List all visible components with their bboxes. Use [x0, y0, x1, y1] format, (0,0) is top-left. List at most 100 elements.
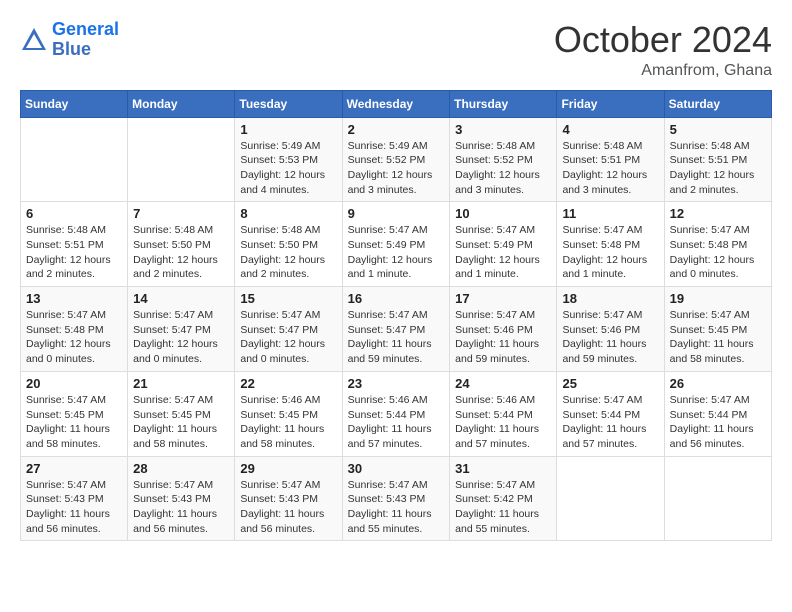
day-number: 9	[348, 206, 445, 221]
calendar-cell: 8 Sunrise: 5:48 AM Sunset: 5:50 PM Daylig…	[235, 202, 342, 287]
col-wednesday: Wednesday	[342, 90, 450, 117]
calendar-cell: 19 Sunrise: 5:47 AM Sunset: 5:45 PM Dayli…	[664, 287, 771, 372]
day-number: 27	[26, 461, 122, 476]
calendar-cell: 16Sunrise: 5:47 AM Sunset: 5:47 PM Dayli…	[342, 287, 450, 372]
day-info: Sunrise: 5:49 AM Sunset: 5:52 PM Dayligh…	[348, 139, 445, 198]
calendar-week-3: 13 Sunrise: 5:47 AM Sunset: 5:48 PM Dayli…	[21, 287, 772, 372]
col-friday: Friday	[557, 90, 664, 117]
calendar-cell: 17 Sunrise: 5:47 AM Sunset: 5:46 PM Dayli…	[450, 287, 557, 372]
calendar-cell: 1Sunrise: 5:49 AM Sunset: 5:53 PM Daylig…	[235, 117, 342, 202]
day-number: 20	[26, 376, 122, 391]
day-info: Sunrise: 5:47 AM Sunset: 5:45 PM Dayligh…	[133, 393, 229, 452]
day-number: 22	[240, 376, 336, 391]
day-number: 30	[348, 461, 445, 476]
calendar-cell: 12 Sunrise: 5:47 AM Sunset: 5:48 PM Dayli…	[664, 202, 771, 287]
day-info: Sunrise: 5:48 AM Sunset: 5:52 PM Dayligh…	[455, 139, 551, 198]
calendar-cell: 20 Sunrise: 5:47 AM Sunset: 5:45 PM Dayli…	[21, 371, 128, 456]
calendar-cell: 4 Sunrise: 5:48 AM Sunset: 5:51 PM Daylig…	[557, 117, 664, 202]
day-info: Sunrise: 5:47 AM Sunset: 5:47 PM Dayligh…	[133, 308, 229, 367]
day-number: 28	[133, 461, 229, 476]
calendar-cell: 25 Sunrise: 5:47 AM Sunset: 5:44 PM Dayli…	[557, 371, 664, 456]
day-number: 10	[455, 206, 551, 221]
calendar-cell: 29 Sunrise: 5:47 AM Sunset: 5:43 PM Dayli…	[235, 456, 342, 541]
day-info: Sunrise: 5:47 AM Sunset: 5:42 PM Dayligh…	[455, 478, 551, 537]
day-info: Sunrise: 5:47 AM Sunset: 5:49 PM Dayligh…	[348, 223, 445, 282]
day-info: Sunrise: 5:47 AM Sunset: 5:46 PM Dayligh…	[562, 308, 658, 367]
calendar-cell: 26 Sunrise: 5:47 AM Sunset: 5:44 PM Dayli…	[664, 371, 771, 456]
calendar-cell: 5 Sunrise: 5:48 AM Sunset: 5:51 PM Daylig…	[664, 117, 771, 202]
calendar-cell: 14 Sunrise: 5:47 AM Sunset: 5:47 PM Dayli…	[128, 287, 235, 372]
day-number: 12	[670, 206, 766, 221]
day-number: 21	[133, 376, 229, 391]
calendar-cell: 21 Sunrise: 5:47 AM Sunset: 5:45 PM Dayli…	[128, 371, 235, 456]
day-info: Sunrise: 5:47 AM Sunset: 5:48 PM Dayligh…	[26, 308, 122, 367]
day-info: Sunrise: 5:48 AM Sunset: 5:51 PM Dayligh…	[670, 139, 766, 198]
day-number: 15	[240, 291, 336, 306]
day-number: 18	[562, 291, 658, 306]
day-info: Sunrise: 5:47 AM Sunset: 5:45 PM Dayligh…	[26, 393, 122, 452]
calendar-week-5: 27 Sunrise: 5:47 AM Sunset: 5:43 PM Dayli…	[21, 456, 772, 541]
day-number: 4	[562, 122, 658, 137]
calendar-cell: 10 Sunrise: 5:47 AM Sunset: 5:49 PM Dayli…	[450, 202, 557, 287]
day-info: Sunrise: 5:47 AM Sunset: 5:48 PM Dayligh…	[670, 223, 766, 282]
calendar-cell	[664, 456, 771, 541]
col-monday: Monday	[128, 90, 235, 117]
calendar-cell: 24Sunrise: 5:46 AM Sunset: 5:44 PM Dayli…	[450, 371, 557, 456]
calendar-cell	[21, 117, 128, 202]
day-info: Sunrise: 5:47 AM Sunset: 5:49 PM Dayligh…	[455, 223, 551, 282]
day-number: 19	[670, 291, 766, 306]
calendar-cell: 18 Sunrise: 5:47 AM Sunset: 5:46 PM Dayli…	[557, 287, 664, 372]
calendar-cell: 27Sunrise: 5:47 AM Sunset: 5:43 PM Dayli…	[21, 456, 128, 541]
calendar-cell	[128, 117, 235, 202]
calendar-week-1: 1Sunrise: 5:49 AM Sunset: 5:53 PM Daylig…	[21, 117, 772, 202]
day-info: Sunrise: 5:47 AM Sunset: 5:46 PM Dayligh…	[455, 308, 551, 367]
day-number: 16	[348, 291, 445, 306]
day-info: Sunrise: 5:47 AM Sunset: 5:43 PM Dayligh…	[133, 478, 229, 537]
calendar-week-4: 20 Sunrise: 5:47 AM Sunset: 5:45 PM Dayli…	[21, 371, 772, 456]
day-number: 14	[133, 291, 229, 306]
location: Amanfrom, Ghana	[554, 62, 772, 80]
logo-text: General Blue	[52, 20, 119, 60]
day-info: Sunrise: 5:48 AM Sunset: 5:50 PM Dayligh…	[240, 223, 336, 282]
day-number: 13	[26, 291, 122, 306]
day-info: Sunrise: 5:47 AM Sunset: 5:44 PM Dayligh…	[670, 393, 766, 452]
calendar-cell: 28 Sunrise: 5:47 AM Sunset: 5:43 PM Dayli…	[128, 456, 235, 541]
day-number: 11	[562, 206, 658, 221]
day-info: Sunrise: 5:47 AM Sunset: 5:45 PM Dayligh…	[670, 308, 766, 367]
day-info: Sunrise: 5:48 AM Sunset: 5:51 PM Dayligh…	[562, 139, 658, 198]
col-thursday: Thursday	[450, 90, 557, 117]
calendar-cell	[557, 456, 664, 541]
day-info: Sunrise: 5:46 AM Sunset: 5:45 PM Dayligh…	[240, 393, 336, 452]
calendar-cell: 23Sunrise: 5:46 AM Sunset: 5:44 PM Dayli…	[342, 371, 450, 456]
day-number: 25	[562, 376, 658, 391]
day-info: Sunrise: 5:46 AM Sunset: 5:44 PM Dayligh…	[348, 393, 445, 452]
day-number: 5	[670, 122, 766, 137]
calendar-cell: 2 Sunrise: 5:49 AM Sunset: 5:52 PM Daylig…	[342, 117, 450, 202]
calendar-cell: 9 Sunrise: 5:47 AM Sunset: 5:49 PM Daylig…	[342, 202, 450, 287]
day-number: 17	[455, 291, 551, 306]
day-number: 3	[455, 122, 551, 137]
day-info: Sunrise: 5:47 AM Sunset: 5:44 PM Dayligh…	[562, 393, 658, 452]
day-info: Sunrise: 5:48 AM Sunset: 5:51 PM Dayligh…	[26, 223, 122, 282]
logo-icon	[20, 26, 48, 54]
calendar-week-2: 6Sunrise: 5:48 AM Sunset: 5:51 PM Daylig…	[21, 202, 772, 287]
title-block: October 2024 Amanfrom, Ghana	[554, 20, 772, 80]
col-tuesday: Tuesday	[235, 90, 342, 117]
col-sunday: Sunday	[21, 90, 128, 117]
day-info: Sunrise: 5:47 AM Sunset: 5:43 PM Dayligh…	[240, 478, 336, 537]
calendar-cell: 7Sunrise: 5:48 AM Sunset: 5:50 PM Daylig…	[128, 202, 235, 287]
logo: General Blue	[20, 20, 119, 60]
calendar-cell: 13 Sunrise: 5:47 AM Sunset: 5:48 PM Dayli…	[21, 287, 128, 372]
day-info: Sunrise: 5:47 AM Sunset: 5:43 PM Dayligh…	[348, 478, 445, 537]
day-number: 29	[240, 461, 336, 476]
day-info: Sunrise: 5:48 AM Sunset: 5:50 PM Dayligh…	[133, 223, 229, 282]
calendar-header-row: Sunday Monday Tuesday Wednesday Thursday…	[21, 90, 772, 117]
day-number: 8	[240, 206, 336, 221]
day-number: 26	[670, 376, 766, 391]
day-info: Sunrise: 5:47 AM Sunset: 5:47 PM Dayligh…	[240, 308, 336, 367]
page-header: General Blue October 2024 Amanfrom, Ghan…	[20, 20, 772, 80]
calendar-cell: 31Sunrise: 5:47 AM Sunset: 5:42 PM Dayli…	[450, 456, 557, 541]
day-number: 2	[348, 122, 445, 137]
day-info: Sunrise: 5:47 AM Sunset: 5:48 PM Dayligh…	[562, 223, 658, 282]
calendar-cell: 3 Sunrise: 5:48 AM Sunset: 5:52 PM Daylig…	[450, 117, 557, 202]
